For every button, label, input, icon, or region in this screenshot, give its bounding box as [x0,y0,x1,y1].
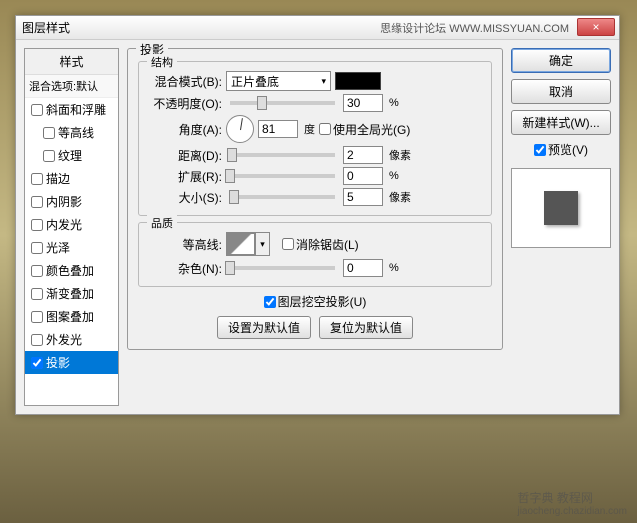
sidebar-checkbox-0[interactable] [31,104,43,116]
noise-slider[interactable] [230,266,335,270]
titlebar[interactable]: 图层样式 思缘设计论坛 WWW.MISSYUAN.COM × [16,16,619,40]
sidebar-item-label: 纹理 [58,147,82,164]
new-style-button[interactable]: 新建样式(W)... [511,110,611,135]
sidebar-item-6[interactable]: 光泽 [25,236,118,259]
sidebar-checkbox-1[interactable] [43,127,55,139]
shadow-color-swatch[interactable] [335,72,381,90]
close-button[interactable]: × [577,18,615,36]
sidebar-item-1[interactable]: 等高线 [25,121,118,144]
sidebar-item-0[interactable]: 斜面和浮雕 [25,98,118,121]
sidebar-checkbox-6[interactable] [31,242,43,254]
chevron-down-icon: ▾ [255,233,269,255]
sidebar-item-8[interactable]: 渐变叠加 [25,282,118,305]
distance-slider[interactable] [230,153,335,157]
distance-label: 距离(D): [147,147,222,164]
sidebar-item-label: 渐变叠加 [46,285,94,302]
cancel-button[interactable]: 取消 [511,79,611,104]
sidebar-item-3[interactable]: 描边 [25,167,118,190]
sidebar-item-10[interactable]: 外发光 [25,328,118,351]
styles-sidebar: 样式 混合选项:默认 斜面和浮雕等高线纹理描边内阴影内发光光泽颜色叠加渐变叠加图… [24,48,119,406]
antialias-checkbox[interactable]: 消除锯齿(L) [282,236,359,253]
angle-dial[interactable] [226,115,254,143]
quality-legend: 品质 [147,215,177,231]
sidebar-item-label: 描边 [46,170,70,187]
main-panel: 投影 结构 混合模式(B): 正片叠底 不透明度(O): % [127,48,503,406]
distance-input[interactable] [343,146,383,164]
size-input[interactable] [343,188,383,206]
sidebar-blend-options[interactable]: 混合选项:默认 [25,75,118,98]
distance-unit: 像素 [389,147,411,163]
contour-picker[interactable]: ▾ [226,232,270,256]
spread-label: 扩展(R): [147,168,222,185]
sidebar-checkbox-7[interactable] [31,265,43,277]
sidebar-item-label: 投影 [46,354,70,371]
noise-label: 杂色(N): [147,260,222,277]
sidebar-item-label: 颜色叠加 [46,262,94,279]
angle-input[interactable] [258,120,298,138]
sidebar-checkbox-5[interactable] [31,219,43,231]
layer-style-dialog: 图层样式 思缘设计论坛 WWW.MISSYUAN.COM × 样式 混合选项:默… [15,15,620,415]
sidebar-checkbox-10[interactable] [31,334,43,346]
blend-mode-dropdown[interactable]: 正片叠底 [226,71,331,91]
sidebar-item-label: 内阴影 [46,193,82,210]
ok-button[interactable]: 确定 [511,48,611,73]
window-title: 图层样式 [22,19,70,36]
spread-slider[interactable] [230,174,335,178]
noise-input[interactable] [343,259,383,277]
sidebar-item-label: 图案叠加 [46,308,94,325]
sidebar-checkbox-2[interactable] [43,150,55,162]
knockout-checkbox[interactable]: 图层挖空投影(U) [138,293,492,310]
sidebar-item-11[interactable]: 投影 [25,351,118,374]
blend-mode-label: 混合模式(B): [147,73,222,90]
structure-legend: 结构 [147,54,177,70]
sidebar-checkbox-9[interactable] [31,311,43,323]
noise-unit: % [389,262,399,274]
spread-unit: % [389,170,399,182]
angle-label: 角度(A): [147,121,222,138]
sidebar-item-label: 内发光 [46,216,82,233]
preview-swatch [544,191,578,225]
sidebar-item-7[interactable]: 颜色叠加 [25,259,118,282]
sidebar-item-label: 等高线 [58,124,94,141]
opacity-input[interactable] [343,94,383,112]
watermark: 哲字典 教程网 jiaocheng.chazidian.com [517,489,627,517]
size-label: 大小(S): [147,189,222,206]
sidebar-item-5[interactable]: 内发光 [25,213,118,236]
sidebar-checkbox-11[interactable] [31,357,43,369]
global-light-checkbox[interactable]: 使用全局光(G) [319,121,410,138]
sidebar-header: 样式 [25,49,118,75]
sidebar-item-9[interactable]: 图案叠加 [25,305,118,328]
size-unit: 像素 [389,189,411,205]
sidebar-item-label: 外发光 [46,331,82,348]
angle-unit: 度 [304,121,315,137]
titlebar-extra: 思缘设计论坛 WWW.MISSYUAN.COM [380,20,569,36]
sidebar-item-4[interactable]: 内阴影 [25,190,118,213]
contour-swatch-icon [227,233,255,255]
spread-input[interactable] [343,167,383,185]
preview-checkbox[interactable]: 预览(V) [511,141,611,158]
sidebar-checkbox-4[interactable] [31,196,43,208]
set-default-button[interactable]: 设置为默认值 [217,316,311,339]
sidebar-checkbox-3[interactable] [31,173,43,185]
contour-label: 等高线: [147,236,222,253]
opacity-unit: % [389,97,399,109]
opacity-label: 不透明度(O): [147,95,222,112]
size-slider[interactable] [230,195,335,199]
reset-default-button[interactable]: 复位为默认值 [319,316,413,339]
sidebar-item-label: 光泽 [46,239,70,256]
right-panel: 确定 取消 新建样式(W)... 预览(V) [511,48,611,406]
sidebar-item-2[interactable]: 纹理 [25,144,118,167]
opacity-slider[interactable] [230,101,335,105]
sidebar-item-label: 斜面和浮雕 [46,101,106,118]
preview-box [511,168,611,248]
sidebar-checkbox-8[interactable] [31,288,43,300]
